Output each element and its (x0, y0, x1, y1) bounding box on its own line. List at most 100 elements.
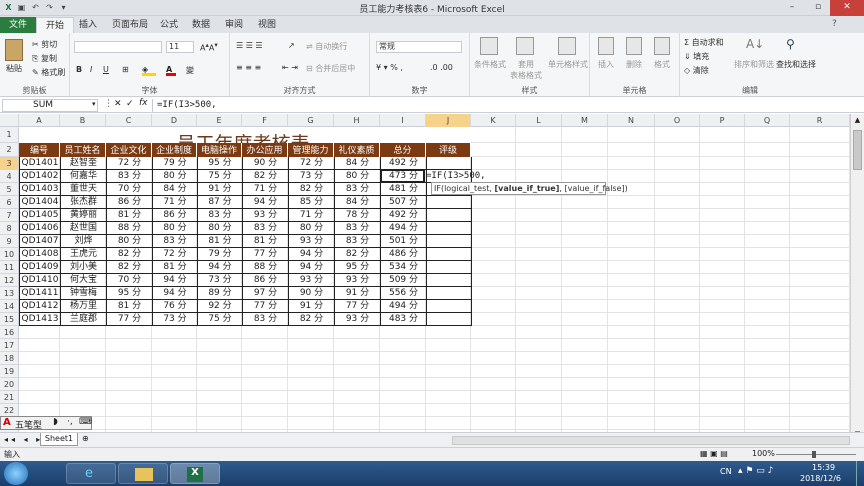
table-cell[interactable]: 93 分 (335, 274, 381, 287)
table-cell[interactable]: 85 分 (289, 196, 335, 209)
table-cell[interactable]: 494 分 (381, 222, 427, 235)
font-size-combo[interactable]: 11 (166, 41, 194, 53)
row-header[interactable]: 20 (0, 378, 19, 391)
grow-font-icon[interactable]: A▴A▾ (200, 41, 218, 53)
tab-file[interactable]: 文件 (0, 17, 36, 33)
table-cell[interactable]: 73 分 (198, 274, 243, 287)
table-cell[interactable]: QD1408 (20, 248, 61, 261)
table-cell[interactable]: QD1410 (20, 274, 61, 287)
table-cell[interactable]: 80 分 (153, 222, 198, 235)
row-header[interactable]: 17 (0, 339, 19, 352)
table-cell[interactable]: 93 分 (289, 274, 335, 287)
table-cell[interactable]: 494 分 (381, 300, 427, 313)
paste-icon[interactable] (5, 39, 23, 61)
row-header[interactable]: 11 (0, 261, 19, 274)
font-color-icon[interactable]: A (166, 65, 176, 76)
table-cell[interactable]: 82 分 (107, 248, 153, 261)
table-cell[interactable]: 83 分 (243, 313, 289, 326)
table-cell[interactable]: 501 分 (381, 235, 427, 248)
number-format-combo[interactable]: 常规 (376, 41, 462, 53)
wrap-text-button[interactable]: ⇌ 自动换行 (306, 41, 347, 52)
currency-icon[interactable]: ¥ ▾ % , (376, 63, 403, 72)
cell-styles-button[interactable]: 单元格样式 (548, 59, 588, 70)
table-cell[interactable] (427, 300, 472, 313)
ime-toolbar[interactable]: A 五笔型 ◗ ·, ⌨ (0, 416, 92, 431)
column-header[interactable]: O (655, 114, 700, 127)
table-cell[interactable]: 92 分 (198, 300, 243, 313)
table-cell[interactable]: 492 分 (381, 209, 427, 222)
row-header[interactable]: 6 (0, 196, 19, 209)
table-cell[interactable]: 81 分 (198, 235, 243, 248)
fill-button[interactable]: ⇓ 填充 (684, 51, 709, 62)
table-cell[interactable]: 94 分 (153, 274, 198, 287)
table-cell[interactable]: 78 分 (335, 209, 381, 222)
table-cell[interactable]: 73 分 (289, 170, 335, 183)
table-cell[interactable]: 90 分 (243, 157, 289, 170)
tab-insert[interactable]: 插入 (70, 17, 106, 33)
column-header[interactable]: B (60, 114, 106, 127)
name-box-dropdown-icon[interactable]: ▾ (92, 100, 96, 108)
table-cell[interactable]: 80 分 (335, 170, 381, 183)
table-cell[interactable]: 张杰群 (61, 196, 107, 209)
table-cell[interactable]: 97 分 (243, 287, 289, 300)
excel-taskbar-icon[interactable]: X (170, 463, 220, 484)
row-header[interactable]: 13 (0, 287, 19, 300)
clock-time[interactable]: 15:39 (812, 463, 835, 472)
table-cell[interactable]: 556 分 (381, 287, 427, 300)
table-cell[interactable]: 黄婷丽 (61, 209, 107, 222)
table-cell[interactable]: 80 分 (289, 222, 335, 235)
row-header[interactable]: 21 (0, 391, 19, 404)
table-cell[interactable]: 80 分 (198, 222, 243, 235)
table-cell[interactable]: 79 分 (198, 248, 243, 261)
tab-data[interactable]: 数据 (183, 17, 219, 33)
column-header[interactable]: F (242, 114, 288, 127)
close-button[interactable]: ✕ (830, 0, 864, 16)
table-cell[interactable]: 83 分 (335, 235, 381, 248)
merge-center-button[interactable]: ⊟ 合并后居中 (306, 63, 355, 74)
insert-function-icon[interactable]: fx (139, 98, 148, 108)
table-cell[interactable]: 71 分 (153, 196, 198, 209)
table-cell[interactable] (427, 261, 472, 274)
table-cell[interactable]: 76 分 (153, 300, 198, 313)
active-cell-j3[interactable] (380, 169, 425, 183)
table-cell[interactable]: 486 分 (381, 248, 427, 261)
table-cell[interactable]: 71 分 (289, 209, 335, 222)
table-cell[interactable]: 73 分 (153, 313, 198, 326)
row-header[interactable]: 1 (0, 127, 19, 143)
table-cell[interactable]: 77 分 (243, 248, 289, 261)
ime-mode-label[interactable]: 五笔型 (15, 418, 42, 431)
italic-button[interactable]: I (90, 65, 92, 74)
table-cell[interactable]: 93 分 (335, 313, 381, 326)
table-cell[interactable]: 80 分 (153, 170, 198, 183)
table-cell[interactable]: 72 分 (153, 248, 198, 261)
table-cell[interactable]: QD1405 (20, 209, 61, 222)
table-cell[interactable]: 72 分 (107, 157, 153, 170)
table-cell[interactable]: QD1412 (20, 300, 61, 313)
table-cell[interactable]: 钟雪梅 (61, 287, 107, 300)
table-cell[interactable] (427, 235, 472, 248)
row-header[interactable]: 5 (0, 183, 19, 196)
column-header[interactable]: C (106, 114, 152, 127)
tab-page-layout[interactable]: 页面布局 (103, 17, 157, 33)
table-cell[interactable] (427, 274, 472, 287)
table-cell[interactable]: 91 分 (335, 287, 381, 300)
table-cell[interactable] (427, 222, 472, 235)
clear-button[interactable]: ◇ 清除 (684, 65, 709, 76)
table-cell[interactable]: 94 分 (289, 248, 335, 261)
table-cell[interactable]: 94 分 (289, 261, 335, 274)
table-cell[interactable]: 91 分 (289, 300, 335, 313)
row-header[interactable]: 12 (0, 274, 19, 287)
decimal-icon[interactable]: .0 .00 (430, 63, 453, 72)
insert-cells-button[interactable]: 插入 (598, 59, 614, 70)
tab-review[interactable]: 审阅 (216, 17, 252, 33)
column-header[interactable]: G (288, 114, 334, 127)
table-cell[interactable]: 95 分 (107, 287, 153, 300)
table-cell[interactable]: 83 分 (198, 209, 243, 222)
formula-input[interactable]: =IF(I3>500, (152, 99, 862, 112)
table-cell[interactable]: QD1411 (20, 287, 61, 300)
column-header[interactable]: E (197, 114, 242, 127)
table-cell[interactable]: 88 分 (107, 222, 153, 235)
table-cell[interactable]: 93 分 (243, 209, 289, 222)
format-cells-button[interactable]: 格式 (654, 59, 670, 70)
table-cell[interactable]: 董世天 (61, 183, 107, 196)
